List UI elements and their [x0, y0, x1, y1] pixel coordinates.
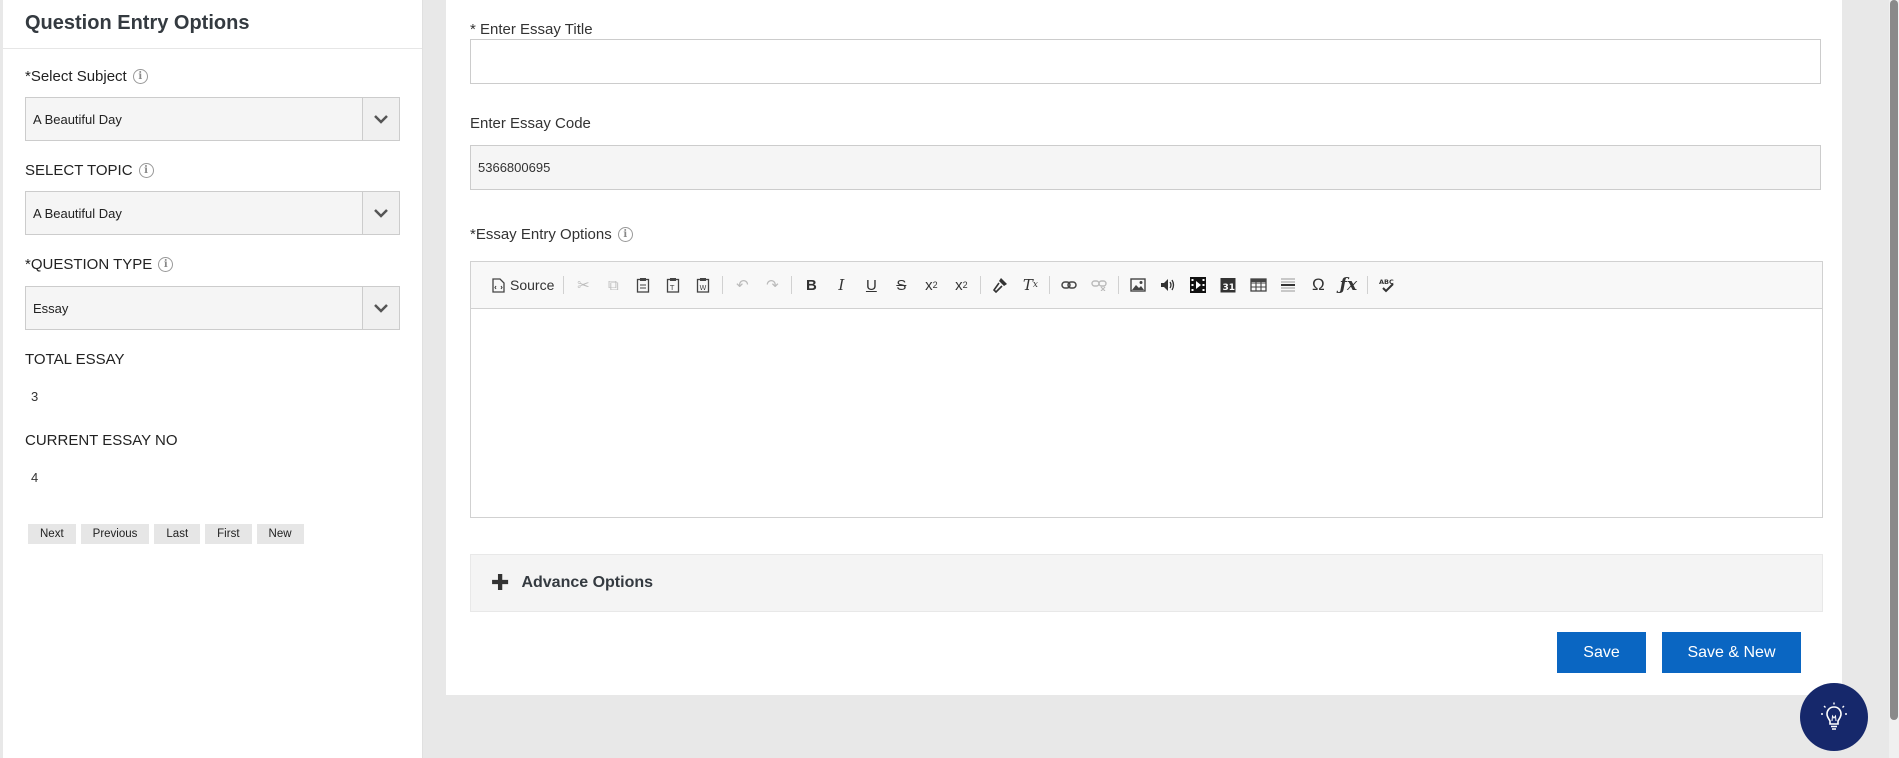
italic-icon[interactable]: I: [828, 272, 854, 298]
svg-text:W: W: [700, 284, 707, 292]
sidebar: Question Entry Options *Select Subject i…: [3, 0, 423, 758]
new-button[interactable]: New: [256, 524, 304, 544]
first-button[interactable]: First: [205, 524, 252, 544]
essay-code-label: Enter Essay Code: [470, 115, 591, 132]
current-essay-label: CURRENT ESSAY NO: [25, 432, 178, 449]
essay-entry-label: *Essay Entry Options: [470, 226, 612, 243]
essay-title-input[interactable]: [470, 39, 1821, 84]
page-scrollbar[interactable]: [1889, 0, 1899, 758]
lightbulb-help-button[interactable]: [1800, 683, 1868, 751]
advance-options-toggle[interactable]: ✚ Advance Options: [470, 554, 1823, 612]
essay-form: * Enter Essay Title Enter Essay Code 536…: [446, 0, 1842, 695]
info-icon[interactable]: i: [158, 257, 174, 272]
horizontal-rule-icon[interactable]: [1275, 272, 1301, 298]
question-type-label-row: *QUESTION TYPE i: [25, 256, 174, 273]
subject-select-value: A Beautiful Day: [33, 111, 122, 127]
chevron-down-icon[interactable]: [362, 287, 399, 329]
paste-text-icon[interactable]: T: [660, 272, 686, 298]
copy-format-icon[interactable]: [987, 272, 1013, 298]
redo-icon[interactable]: ↷: [759, 272, 785, 298]
formula-icon[interactable]: ƒx: [1335, 272, 1361, 298]
essay-entry-label-row: *Essay Entry Options i: [470, 226, 633, 243]
toolbar-separator: [1118, 276, 1120, 294]
bold-icon[interactable]: B: [798, 272, 824, 298]
copy-icon[interactable]: ⧉: [600, 272, 626, 298]
question-type-select[interactable]: Essay: [25, 286, 400, 330]
paste-word-icon[interactable]: W: [690, 272, 716, 298]
superscript-icon[interactable]: x2: [948, 272, 974, 298]
scrollbar-thumb[interactable]: [1890, 0, 1898, 720]
sidebar-title: Question Entry Options: [25, 12, 250, 34]
editor-toolbar: Source ✂ ⧉ T W ↶ ↷ B I U S x2 x2 T x 31 …: [471, 262, 1822, 309]
remove-format-icon[interactable]: Tx: [1017, 272, 1043, 298]
total-essay-label: TOTAL ESSAY: [25, 351, 125, 368]
undo-icon[interactable]: ↶: [729, 272, 755, 298]
save-button[interactable]: Save: [1557, 632, 1646, 673]
toolbar-separator: [1049, 276, 1051, 294]
cut-icon[interactable]: ✂: [570, 272, 596, 298]
chevron-down-icon[interactable]: [362, 98, 399, 140]
spellcheck-icon[interactable]: ABC: [1374, 272, 1400, 298]
lightbulb-icon: [1821, 702, 1847, 730]
topic-label-row: SELECT TOPIC i: [25, 162, 154, 179]
toolbar-separator: [1367, 276, 1369, 294]
toolbar-separator: [722, 276, 724, 294]
subject-select[interactable]: A Beautiful Day: [25, 97, 400, 141]
total-essay-value: 3: [31, 389, 39, 404]
subscript-icon[interactable]: x2: [918, 272, 944, 298]
chevron-down-icon[interactable]: [362, 192, 399, 234]
subject-label: *Select Subject: [25, 68, 127, 85]
editor-content-area[interactable]: [471, 309, 1822, 517]
special-character-icon[interactable]: Ω: [1305, 272, 1331, 298]
sidebar-header: Question Entry Options: [3, 0, 422, 49]
source-button[interactable]: Source: [489, 272, 557, 298]
essay-title-label: * Enter Essay Title: [470, 21, 593, 38]
source-label: Source: [510, 277, 555, 293]
video-icon[interactable]: [1185, 272, 1211, 298]
strikethrough-icon[interactable]: S: [888, 272, 914, 298]
rich-text-editor: Source ✂ ⧉ T W ↶ ↷ B I U S x2 x2 T x 31 …: [470, 261, 1823, 518]
source-icon: [492, 277, 505, 293]
previous-button[interactable]: Previous: [80, 524, 150, 544]
topic-select[interactable]: A Beautiful Day: [25, 191, 400, 235]
info-icon[interactable]: i: [138, 163, 154, 178]
question-type-select-value: Essay: [33, 300, 69, 316]
table-icon[interactable]: [1245, 272, 1271, 298]
topic-label: SELECT TOPIC: [25, 162, 133, 179]
unlink-icon[interactable]: [1086, 272, 1112, 298]
subject-label-row: *Select Subject i: [25, 68, 148, 85]
link-icon[interactable]: [1056, 272, 1082, 298]
paste-icon[interactable]: [630, 272, 656, 298]
plus-icon: ✚: [491, 570, 510, 595]
toolbar-separator: [980, 276, 982, 294]
underline-icon[interactable]: U: [858, 272, 884, 298]
image-icon[interactable]: [1125, 272, 1151, 298]
save-and-new-button[interactable]: Save & New: [1662, 632, 1801, 673]
calendar-icon[interactable]: 31: [1215, 272, 1241, 298]
info-icon[interactable]: i: [617, 227, 633, 242]
navigation-buttons: Next Previous Last First New: [28, 524, 304, 544]
topic-select-value: A Beautiful Day: [33, 205, 122, 221]
current-essay-value: 4: [31, 470, 39, 485]
last-button[interactable]: Last: [154, 524, 201, 544]
audio-icon[interactable]: [1155, 272, 1181, 298]
svg-text:T: T: [669, 284, 675, 292]
svg-text:31: 31: [1223, 283, 1236, 293]
essay-code-input[interactable]: 5366800695: [470, 145, 1821, 190]
toolbar-separator: [791, 276, 793, 294]
toolbar-separator: [563, 276, 565, 294]
info-icon[interactable]: i: [132, 69, 148, 84]
question-type-label: *QUESTION TYPE: [25, 256, 153, 273]
next-button[interactable]: Next: [28, 524, 76, 544]
advance-options-label: Advance Options: [521, 574, 654, 591]
